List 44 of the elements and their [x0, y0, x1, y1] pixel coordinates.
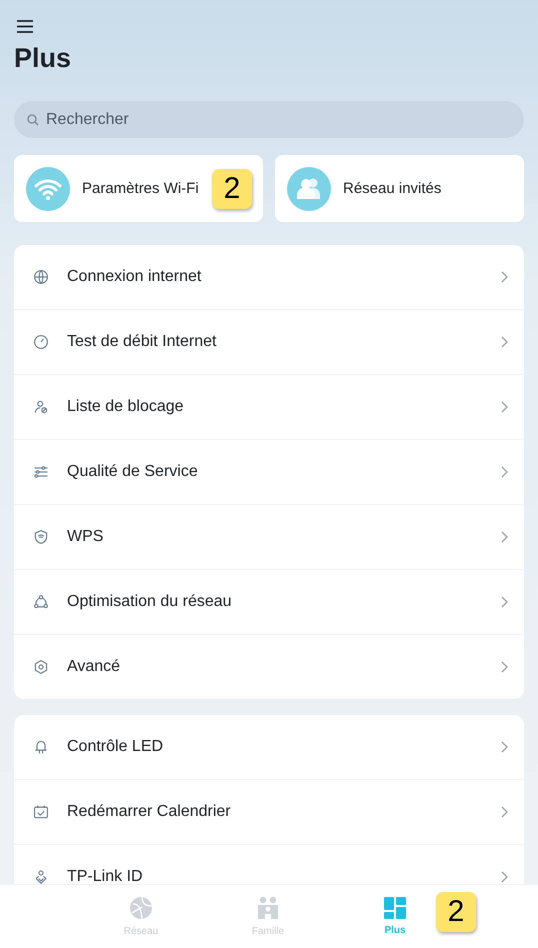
menu-item[interactable]: TP-Link ID — [14, 845, 524, 884]
calendar-check-icon — [33, 804, 49, 820]
menu-item[interactable]: Liste de blocage — [14, 375, 524, 440]
shortcut-label: Paramètres Wi-Fi — [82, 180, 199, 197]
person-pin-icon — [33, 869, 49, 884]
chevron-icon — [501, 336, 508, 348]
globe-icon — [33, 269, 49, 285]
chevron-icon — [501, 806, 508, 818]
menu-item[interactable]: Test de débit Internet — [14, 310, 524, 375]
shortcut-label: Réseau invités — [343, 180, 442, 197]
chevron-icon — [501, 661, 508, 673]
search-field[interactable]: Rechercher — [14, 101, 524, 138]
chevron-icon — [501, 531, 508, 543]
chevron-icon — [501, 271, 508, 283]
shield-wifi-icon — [33, 529, 49, 545]
chevron-icon — [501, 741, 508, 753]
menu-item[interactable]: Contrôle LED — [14, 715, 524, 780]
menu-item[interactable]: Avancé — [14, 635, 524, 699]
chevron-icon — [501, 401, 508, 413]
chevron-icon — [501, 871, 508, 883]
grid-icon — [384, 897, 406, 919]
menu-item[interactable]: Optimisation du réseau — [14, 570, 524, 635]
shortcut-card[interactable]: Réseau invités — [275, 155, 524, 222]
wifi-icon — [26, 166, 70, 210]
gauge-icon — [33, 334, 49, 350]
menu-item[interactable]: Redémarrer Calendrier — [14, 780, 524, 845]
user-icon — [33, 399, 49, 415]
network-icon — [33, 594, 49, 610]
family-icon — [256, 896, 280, 920]
menu-icon[interactable] — [17, 20, 33, 33]
chevron-icon — [501, 596, 508, 608]
led-icon — [33, 739, 49, 755]
menu-item[interactable]: WPS — [14, 505, 524, 570]
users-icon — [287, 166, 331, 210]
menu-item[interactable]: Connexion internet — [14, 245, 524, 310]
step-marker: 2 — [212, 169, 252, 209]
chevron-icon — [501, 466, 508, 478]
menu-item[interactable]: Qualité de Service — [14, 440, 524, 505]
globe-icon — [129, 896, 153, 920]
hexagon-icon — [33, 659, 49, 675]
page-title: Plus — [14, 43, 72, 74]
step-marker: 2 — [436, 892, 476, 932]
sliders-icon — [33, 464, 49, 480]
shortcut-card[interactable]: Paramètres Wi-Fi 2 — [14, 155, 263, 222]
